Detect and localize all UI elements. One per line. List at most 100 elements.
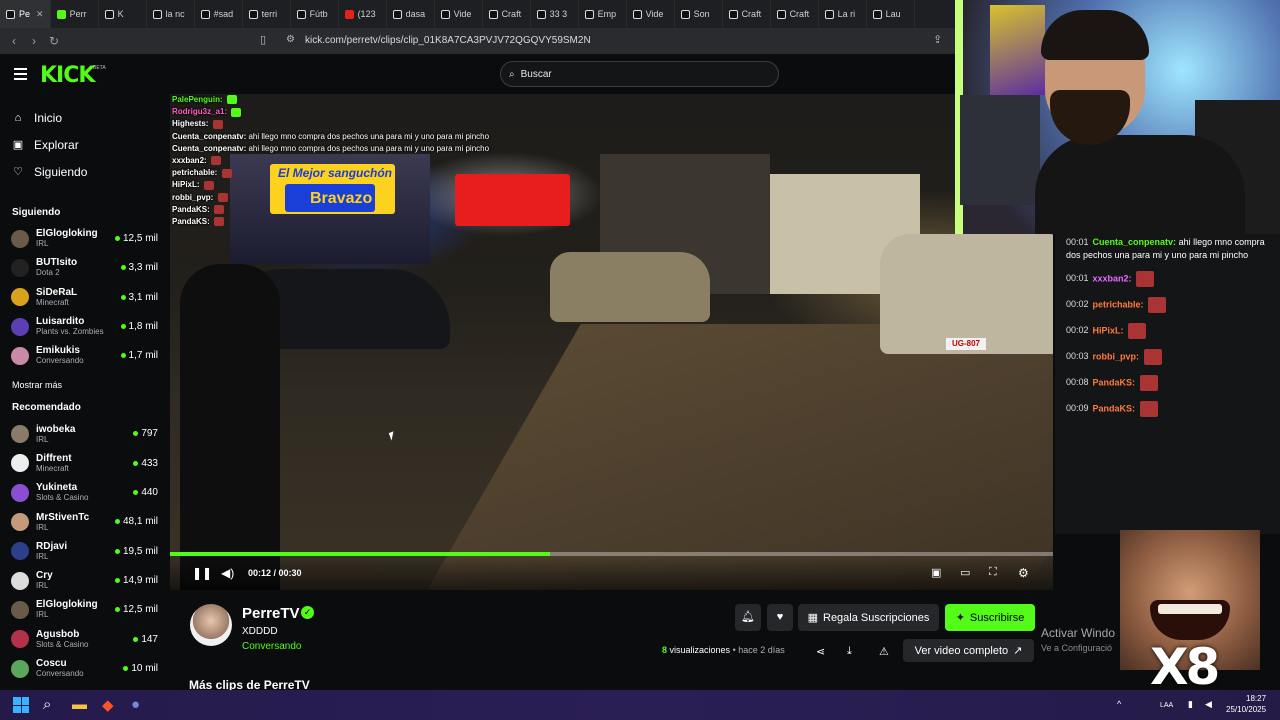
browser-tab[interactable]: Vide (627, 0, 675, 28)
browser-tab[interactable]: Perr (51, 0, 99, 28)
emote-icon (210, 156, 221, 166)
menu-icon[interactable] (14, 68, 27, 83)
browser-tab[interactable]: #sad (195, 0, 243, 28)
heart-icon: ♡ (13, 166, 23, 178)
nav-inicio[interactable]: ⌂ Inicio (12, 104, 170, 131)
tab-label: K (117, 9, 124, 19)
sidebar-channel-luisardito[interactable]: Luisardito Plants vs. Zombies 1,8 mil (0, 312, 170, 341)
browser-tab[interactable]: 33 3 (531, 0, 579, 28)
browser-tab[interactable]: dasa (387, 0, 435, 28)
avatar (11, 229, 29, 248)
heart-icon: ♥ (776, 611, 784, 623)
mouse-cursor (388, 431, 397, 441)
browser-tab[interactable]: La ri (819, 0, 867, 28)
reload-icon[interactable]: ↻ (44, 34, 64, 48)
share-page-icon[interactable]: ⇪ (933, 33, 942, 46)
nav-explorar[interactable]: ▣ Explorar (12, 131, 170, 158)
browser-tab[interactable]: (123 (339, 0, 387, 28)
report-icon[interactable]: ⚠ (879, 645, 889, 658)
search-icon[interactable]: ⌕ (43, 696, 51, 713)
browser-tab[interactable]: Son (675, 0, 723, 28)
live-dot-icon (114, 519, 120, 525)
search-input[interactable]: ⌕ Buscar (500, 61, 779, 87)
back-icon[interactable]: ‹ (4, 34, 24, 48)
tray-chevron-icon[interactable]: ^ (1117, 699, 1121, 709)
clip-category[interactable]: Conversando (242, 641, 301, 652)
sidebar-channel-rdjavi[interactable]: RDjavi IRL 19,5 mil (0, 537, 170, 566)
live-dot-icon (133, 636, 139, 642)
fullscreen-icon[interactable]: ⛶ (989, 566, 997, 579)
network-icon[interactable]: ▮ (1188, 699, 1193, 710)
channel-name[interactable]: PerreTV (242, 605, 300, 622)
theater-icon[interactable]: ▭ (960, 566, 970, 579)
browser-tab[interactable]: Fútb (291, 0, 339, 28)
viewer-count-value: 147 (141, 633, 158, 645)
emote-icon (1139, 401, 1158, 417)
browser-tab[interactable]: Craft (723, 0, 771, 28)
overlay-chat-line: Rodrigu3z_a1: (172, 106, 489, 118)
site-info-icon[interactable]: ⚙ (286, 34, 295, 45)
browser-tab[interactable]: Pe ✕ (0, 0, 51, 28)
channel-text: Diffrent Minecraft (36, 453, 72, 474)
browser-tab[interactable]: terri (243, 0, 291, 28)
sidebar-channel-coscu[interactable]: Coscu Conversando 10 mil (0, 654, 170, 683)
share-icon[interactable]: ⋖ (816, 645, 825, 658)
person-silhouette (180, 264, 280, 590)
browser-tab[interactable]: Lau (867, 0, 915, 28)
sidebar-channel-emikukis[interactable]: Emikukis Conversando 1,7 mil (0, 341, 170, 370)
channel-avatar[interactable] (190, 604, 232, 646)
browser-tab[interactable]: K (99, 0, 147, 28)
taskbar-clock[interactable]: 18:27 25/10/2025 (1226, 693, 1266, 715)
forward-icon[interactable]: › (24, 34, 44, 48)
volume-tray-icon[interactable]: ◀ (1205, 699, 1212, 710)
pause-icon[interactable]: ❚❚ (192, 566, 212, 580)
browser-tab[interactable]: Vide (435, 0, 483, 28)
discord-icon[interactable]: ● (131, 696, 140, 713)
clip-title: XDDDD (242, 626, 278, 637)
notifications-button[interactable]: 🔔︎ (735, 604, 761, 631)
kick-logo[interactable]: KICK (40, 63, 95, 88)
sidebar-channel-cry[interactable]: Cry IRL 14,9 mil (0, 566, 170, 595)
browser-tab[interactable]: Craft (483, 0, 531, 28)
tab-favicon-icon (584, 9, 594, 19)
browser-tab[interactable]: Emp (579, 0, 627, 28)
gift-subs-button[interactable]: ▦ Regala Suscripciones (798, 604, 939, 631)
sidebar-channel-diffrent[interactable]: Diffrent Minecraft 433 (0, 449, 170, 478)
browser-tab[interactable]: Craft (771, 0, 819, 28)
video-player[interactable]: El Mejor sanguchón Bravazo UG-807 PalePe… (170, 94, 1053, 590)
windows-start-icon[interactable] (13, 697, 29, 713)
chat-message: 00:01 Cuenta_conpenatv: ahi llego mno com… (1055, 234, 1280, 269)
tab-favicon-icon (392, 9, 402, 19)
channel-text: Luisardito Plants vs. Zombies (36, 316, 104, 337)
brave-browser-icon[interactable]: ◆ (102, 696, 114, 714)
sidebar-channel-elglogloking[interactable]: ElGlogloking IRL 12,5 mil (0, 595, 170, 624)
chat-username: HiPixL: (1092, 325, 1124, 336)
live-dot-icon (120, 323, 126, 329)
bookmark-icon[interactable]: ▯ (260, 33, 266, 46)
tab-label: Vide (645, 9, 664, 19)
nav-label: Inicio (34, 110, 63, 125)
sidebar-channel-iwobeka[interactable]: iwobeka IRL 797 (0, 419, 170, 448)
sidebar-channel-sideral[interactable]: SiDeRaL Minecraft 3,1 mil (0, 283, 170, 312)
address-field[interactable]: kick.com/perretv/clips/clip_01K8A7CA3PVJ… (305, 35, 591, 46)
sidebar-channel-yukineta[interactable]: Yukineta Slots & Casino 440 (0, 478, 170, 507)
sidebar-channel-agusbob[interactable]: Agusbob Slots & Casino 147 (0, 625, 170, 654)
sidebar-channel-elglogloking[interactable]: ElGlogloking IRL 12,5 mil (0, 224, 170, 253)
follow-button[interactable]: ♥ (767, 604, 793, 631)
volume-icon[interactable]: ◀) (221, 566, 234, 580)
close-tab-icon[interactable]: ✕ (36, 9, 44, 20)
sidebar-channel-butisito[interactable]: BUTIsito Dota 2 3,3 mil (0, 253, 170, 282)
language-indicator[interactable]: LAA (1160, 702, 1173, 709)
sidebar-channel-mrstiventc[interactable]: MrStivenTc IRL 48,1 mil (0, 507, 170, 536)
browser-tab[interactable]: la nc (147, 0, 195, 28)
miniplayer-icon[interactable]: ▣ (931, 566, 941, 579)
download-icon[interactable]: ⤓ (847, 645, 852, 658)
avatar (11, 258, 29, 277)
show-more-link[interactable]: Mostrar más (12, 380, 170, 390)
subscribe-button[interactable]: ✦ Suscribirse (945, 604, 1035, 631)
full-video-button[interactable]: Ver video completo ↗ (903, 639, 1034, 662)
file-explorer-icon[interactable]: ▬ (72, 696, 87, 713)
overlay-chat-line: PandaKS: (172, 216, 489, 228)
nav-siguiendo[interactable]: ♡ Siguiendo (12, 158, 170, 185)
settings-icon[interactable]: ⚙ (1018, 566, 1029, 580)
